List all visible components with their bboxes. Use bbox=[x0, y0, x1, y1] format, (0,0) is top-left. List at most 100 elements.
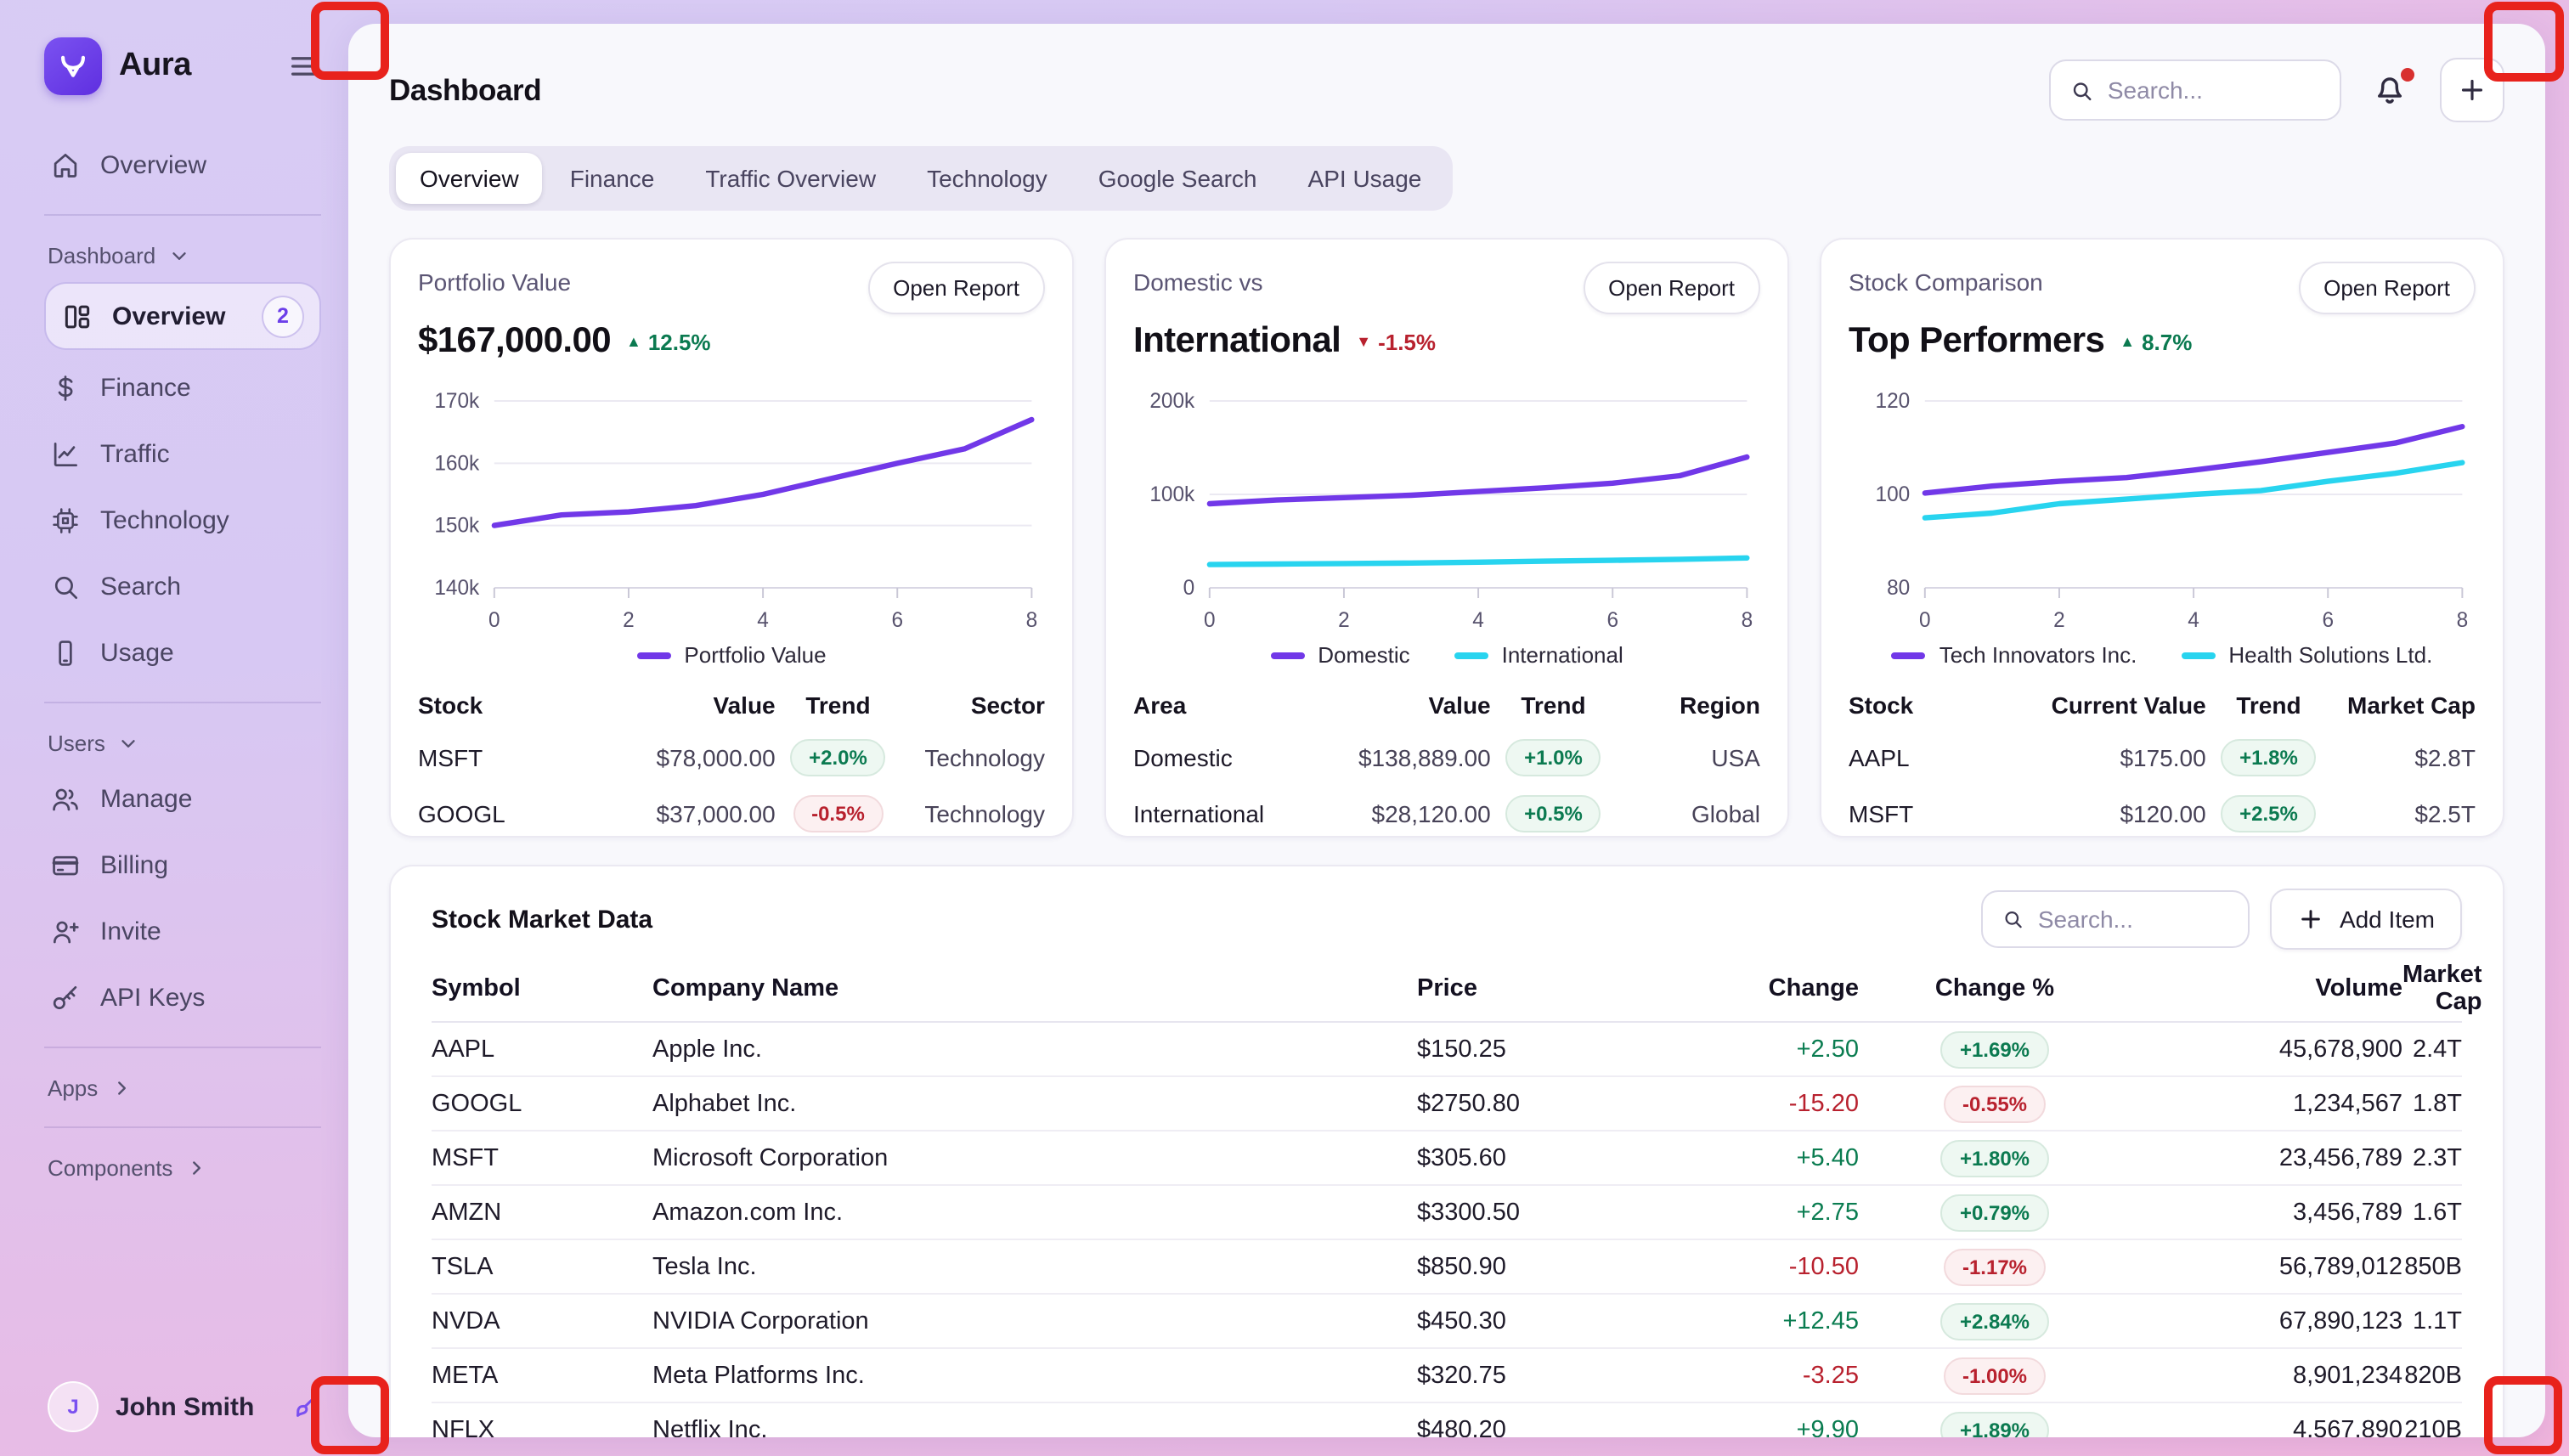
aura-logo-icon bbox=[44, 37, 102, 95]
market-cap-cell: $2.5T bbox=[2331, 799, 2476, 827]
value-cell: $175.00 bbox=[2006, 743, 2206, 770]
table-row[interactable]: AAPLApple Inc.$150.25+2.50+1.69%45,678,9… bbox=[432, 1023, 2462, 1077]
volume-cell: 8,901,234 bbox=[2131, 1362, 2402, 1389]
legend-item: International bbox=[1454, 642, 1623, 668]
table-row[interactable]: AAPL $175.00 +1.8% $2.8T bbox=[1849, 729, 2476, 785]
tab-google-search[interactable]: Google Search bbox=[1075, 153, 1281, 204]
change-pct-cell: +1.89% bbox=[1859, 1411, 2131, 1437]
sidebar-user-row[interactable]: J John Smith bbox=[44, 1381, 321, 1432]
card-table: Area Value Trend Region Domestic $138,88… bbox=[1133, 681, 1760, 838]
volume-cell: 45,678,900 bbox=[2131, 1036, 2402, 1063]
trend-arrow-icon: ▲ bbox=[2120, 333, 2135, 350]
sidebar-item-technology[interactable]: Technology bbox=[44, 488, 321, 554]
sidebar-item-search[interactable]: Search bbox=[44, 554, 321, 620]
sidebar-item-finance[interactable]: Finance bbox=[44, 355, 321, 421]
sidebar-item-billing[interactable]: Billing bbox=[44, 832, 321, 899]
divider bbox=[44, 214, 321, 216]
tab-api-usage[interactable]: API Usage bbox=[1284, 153, 1446, 204]
table-row[interactable]: MSFT $120.00 +2.5% $2.5T bbox=[1849, 785, 2476, 838]
legend-label: Portfolio Value bbox=[684, 642, 826, 668]
sidebar-item-manage[interactable]: Manage bbox=[44, 766, 321, 832]
sidebar-item-label: Overview bbox=[100, 151, 206, 180]
tab-technology[interactable]: Technology bbox=[903, 153, 1071, 204]
table-search-input[interactable] bbox=[2038, 906, 2229, 933]
table-row[interactable]: NVDANVIDIA Corporation$450.30+12.45+2.84… bbox=[432, 1295, 2462, 1349]
market-cap-cell: $2.8T bbox=[2331, 743, 2476, 770]
sidebar-section-apps[interactable]: Apps bbox=[44, 1075, 321, 1101]
chart-legend: Tech Innovators Inc.Health Solutions Ltd… bbox=[1849, 642, 2476, 668]
table-row[interactable]: International $28,120.00 +0.5% Global bbox=[1133, 785, 1760, 838]
table-search bbox=[1981, 890, 2250, 948]
col-header: Trend bbox=[2206, 691, 2332, 719]
search-icon bbox=[49, 571, 82, 603]
table-row[interactable]: Domestic $138,889.00 +1.0% USA bbox=[1133, 729, 1760, 785]
legend-label: Health Solutions Ltd. bbox=[2228, 642, 2432, 668]
svg-text:2: 2 bbox=[623, 609, 635, 632]
svg-text:100k: 100k bbox=[1149, 483, 1195, 506]
chip-icon bbox=[49, 505, 82, 537]
app-root: Aura Overview Dashboard Overview 2 Finan… bbox=[0, 0, 2569, 1456]
stock-cell: GOOGL bbox=[418, 799, 575, 827]
open-report-button[interactable]: Open Report bbox=[2298, 262, 2476, 314]
table-row[interactable]: MSFTMicrosoft Corporation$305.60+5.40+1.… bbox=[432, 1132, 2462, 1186]
change-pct-cell: -0.55% bbox=[1859, 1085, 2131, 1122]
sidebar-item-label: Finance bbox=[100, 374, 191, 403]
svg-text:160k: 160k bbox=[434, 452, 480, 475]
col-header-price: Price bbox=[1417, 974, 1672, 1002]
sidebar-section-components[interactable]: Components bbox=[44, 1155, 321, 1181]
sidebar-item-overview[interactable]: Overview 2 bbox=[44, 282, 321, 350]
market-cap-cell: 1.8T bbox=[2402, 1090, 2462, 1117]
search-input[interactable] bbox=[2108, 76, 2321, 104]
stock-market-data-card: Stock Market Data Add Item Symbol Compan… bbox=[389, 865, 2504, 1437]
symbol-cell: AMZN bbox=[432, 1199, 652, 1226]
tab-finance[interactable]: Finance bbox=[546, 153, 679, 204]
sidebar-item-usage[interactable]: Usage bbox=[44, 620, 321, 686]
users-icon bbox=[49, 783, 82, 815]
sidebar-item-api-keys[interactable]: API Keys bbox=[44, 965, 321, 1031]
svg-text:80: 80 bbox=[1887, 577, 1910, 600]
open-report-button[interactable]: Open Report bbox=[1583, 262, 1760, 314]
market-cap-cell: 820B bbox=[2402, 1362, 2462, 1389]
legend-swatch-icon bbox=[1892, 652, 1926, 658]
table-row[interactable]: MSFT $78,000.00 +2.0% Technology bbox=[418, 729, 1045, 785]
change-pct-pill: +2.84% bbox=[1941, 1302, 2048, 1340]
open-report-button[interactable]: Open Report bbox=[867, 262, 1045, 314]
change-cell: -15.20 bbox=[1672, 1090, 1859, 1117]
line-chart: 1201008002468 bbox=[1849, 381, 2476, 639]
svg-text:4: 4 bbox=[757, 609, 769, 632]
col-header: Value bbox=[1290, 691, 1491, 719]
sidebar-section-dashboard[interactable]: Dashboard bbox=[44, 243, 321, 268]
change-pct-cell: -1.00% bbox=[1859, 1357, 2131, 1394]
table-row[interactable]: NFLXNetflix Inc.$480.20+9.90+1.89%4,567,… bbox=[432, 1403, 2462, 1437]
col-header: Trend bbox=[1491, 691, 1617, 719]
table-row[interactable]: GOOGL $37,000.00 -0.5% Technology bbox=[418, 785, 1045, 838]
legend-item: Domestic bbox=[1270, 642, 1409, 668]
svg-text:0: 0 bbox=[1183, 577, 1195, 600]
sidebar-section-users[interactable]: Users bbox=[44, 731, 321, 756]
table-row[interactable]: AMZNAmazon.com Inc.$3300.50+2.75+0.79%3,… bbox=[432, 1186, 2462, 1240]
notifications-button[interactable] bbox=[2370, 70, 2411, 110]
sector-cell: Technology bbox=[901, 799, 1045, 827]
tab-overview[interactable]: Overview bbox=[396, 153, 543, 204]
table-row[interactable]: METAMeta Platforms Inc.$320.75-3.25-1.00… bbox=[432, 1349, 2462, 1403]
stock-cell: MSFT bbox=[418, 743, 575, 770]
area-cell: International bbox=[1133, 799, 1290, 827]
trend-pill: +0.5% bbox=[1505, 794, 1601, 832]
tab-traffic-overview[interactable]: Traffic Overview bbox=[681, 153, 900, 204]
change-pct-cell: +1.80% bbox=[1859, 1139, 2131, 1177]
volume-cell: 56,789,012 bbox=[2131, 1253, 2402, 1280]
volume-cell: 23,456,789 bbox=[2131, 1144, 2402, 1171]
section-title: Stock Market Data bbox=[432, 905, 652, 934]
table-row[interactable]: GOOGLAlphabet Inc.$2750.80-15.20-0.55%1,… bbox=[432, 1077, 2462, 1132]
price-cell: $3300.50 bbox=[1417, 1199, 1672, 1226]
key-icon bbox=[49, 982, 82, 1014]
table-row[interactable]: TSLATesla Inc.$850.90-10.50-1.17%56,789,… bbox=[432, 1240, 2462, 1295]
line-chart: 200k100k002468 bbox=[1133, 381, 1760, 639]
col-header: Stock bbox=[1849, 691, 2006, 719]
change-pct-cell: +0.79% bbox=[1859, 1194, 2131, 1231]
sidebar-item-invite[interactable]: Invite bbox=[44, 899, 321, 965]
sidebar-item-overview-top[interactable]: Overview bbox=[44, 133, 321, 199]
price-cell: $2750.80 bbox=[1417, 1090, 1672, 1117]
add-item-button[interactable]: Add Item bbox=[2270, 889, 2462, 950]
sidebar-item-traffic[interactable]: Traffic bbox=[44, 421, 321, 488]
